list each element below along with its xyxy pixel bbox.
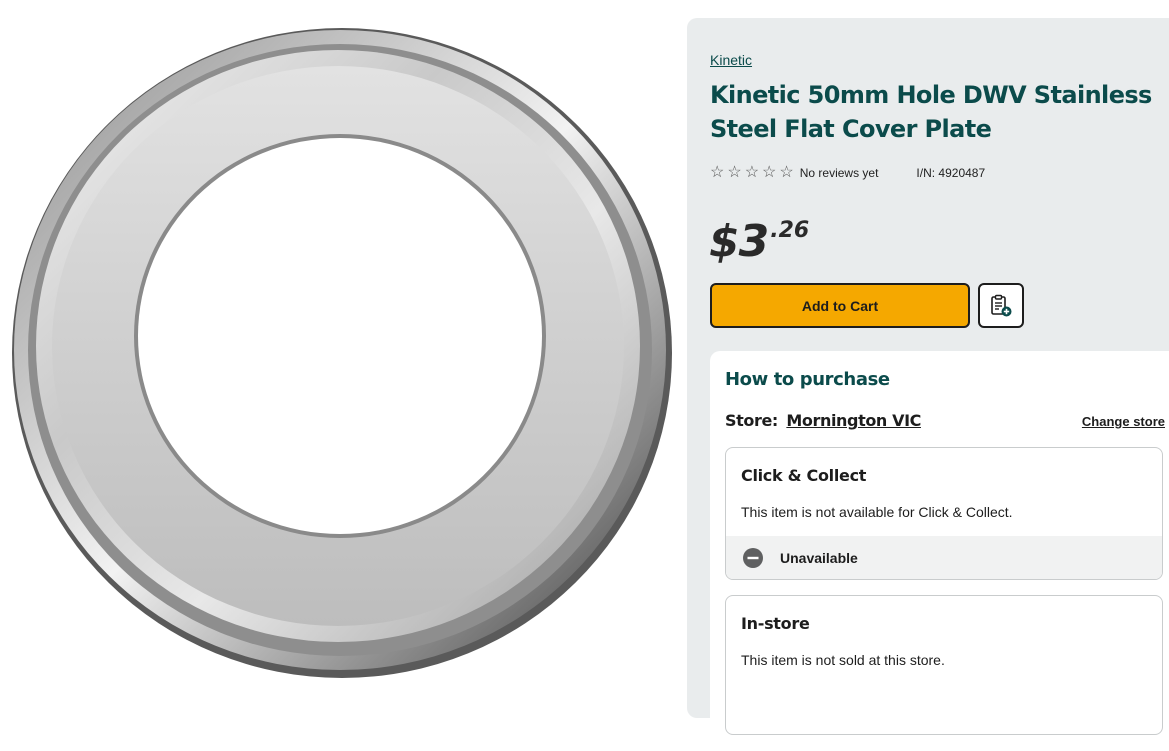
- product-image[interactable]: [0, 0, 690, 695]
- product-title: Kinetic 50mm Hole DWV Stainless Steel Fl…: [710, 81, 1152, 143]
- add-to-list-icon: [991, 294, 1012, 316]
- how-to-purchase-heading: How to purchase: [725, 369, 890, 390]
- rating-stars[interactable]: ☆ ☆ ☆ ☆ ☆: [710, 165, 794, 181]
- star-empty-icon: ☆: [744, 164, 760, 181]
- reviews-count: No reviews yet: [799, 166, 879, 180]
- price-dollars: $3: [709, 216, 769, 267]
- product-details-panel: Kinetic Kinetic 50mm Hole DWV Stainless …: [687, 18, 1169, 751]
- store-name-link[interactable]: Mornington VIC: [786, 411, 921, 430]
- store-row: Store: Mornington VIC Change store: [725, 411, 1165, 431]
- price-cents: .26: [770, 218, 810, 243]
- star-empty-icon: ☆: [727, 164, 742, 181]
- minus-circle-icon: [743, 547, 763, 568]
- star-empty-icon: ☆: [779, 164, 794, 181]
- item-number: I/N: 4920487: [916, 166, 986, 180]
- add-to-list-button[interactable]: [978, 283, 1024, 328]
- in-store-title: In-store: [741, 614, 810, 633]
- change-store-link[interactable]: Change store: [1082, 414, 1165, 429]
- store-label: Store:: [725, 411, 778, 430]
- click-and-collect-message: This item is not available for Click & C…: [741, 504, 1013, 520]
- how-to-purchase-card: How to purchase Store: Mornington VIC Ch…: [710, 351, 1169, 751]
- price: $3 .26: [709, 216, 809, 268]
- status-unavailable: Unavailable: [780, 549, 858, 566]
- brand-link[interactable]: Kinetic: [710, 52, 752, 68]
- star-empty-icon: ☆: [762, 164, 777, 181]
- click-and-collect-status: Unavailable: [726, 536, 1162, 579]
- star-empty-icon: ☆: [710, 164, 725, 181]
- rating-row: ☆ ☆ ☆ ☆ ☆ No reviews yet I/N: 4920487: [710, 165, 985, 181]
- add-to-cart-button[interactable]: Add to Cart: [710, 283, 970, 328]
- in-store-message: This item is not sold at this store.: [741, 652, 945, 668]
- click-and-collect-title: Click & Collect: [741, 466, 867, 485]
- cover-plate-illustration: [12, 28, 672, 678]
- in-store-option: In-store This item is not sold at this s…: [725, 595, 1163, 735]
- click-and-collect-option: Click & Collect This item is not availab…: [725, 447, 1163, 580]
